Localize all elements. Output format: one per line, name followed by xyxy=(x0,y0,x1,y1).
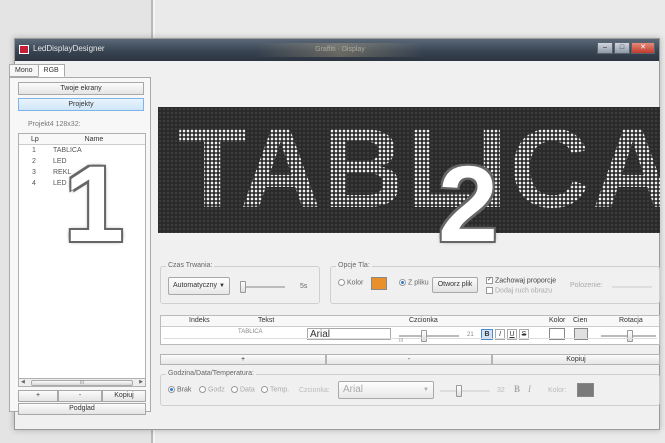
checkbox-checked-icon: ✓ xyxy=(486,277,493,284)
clock-color-label: Kolor: xyxy=(548,387,567,394)
duration-slider[interactable] xyxy=(240,281,285,293)
led-preview: TABLICA xyxy=(158,107,660,233)
add-screen-button[interactable]: + xyxy=(18,390,58,402)
radio-none[interactable] xyxy=(168,386,175,393)
led-text: TABLICA xyxy=(178,113,660,225)
duration-value: 5s xyxy=(300,283,308,290)
radio-color[interactable] xyxy=(338,279,345,286)
screens-button[interactable]: Twoje ekrany xyxy=(18,82,144,95)
file-option-label: Z pliku xyxy=(408,279,429,287)
clock-option-hour[interactable]: Godz xyxy=(199,386,225,393)
row-index: 1 xyxy=(32,147,36,154)
maximize-button[interactable]: □ xyxy=(614,42,630,54)
clock-option-temp[interactable]: Temp. xyxy=(261,386,289,393)
clock-bold-toggle[interactable]: B xyxy=(514,384,520,394)
duration-label: Czas Trwania: xyxy=(166,262,215,269)
row-index: 3 xyxy=(32,169,36,176)
mode-tabs: Mono RGB xyxy=(9,64,65,77)
duration-mode-value: Automatyczny xyxy=(173,282,217,289)
clock-label: Godzina/Data/Temperatura: xyxy=(166,370,256,377)
copy-layer-button[interactable]: Kopiuj xyxy=(492,354,660,365)
header-color: Kolor xyxy=(549,317,566,324)
clock-color-swatch[interactable] xyxy=(577,383,594,397)
background-options-label: Opcje Tla: xyxy=(336,262,372,269)
tab-rgb[interactable]: RGB xyxy=(37,64,65,77)
checkbox-icon xyxy=(486,287,493,294)
position-label: Polozenie: xyxy=(570,282,603,289)
clock-font-value: Arial xyxy=(343,384,364,395)
clock-italic-toggle[interactable]: I xyxy=(528,384,531,394)
chevron-down-icon: ▼ xyxy=(423,387,429,393)
add-layer-button[interactable]: + xyxy=(160,354,326,365)
option-label: Godz xyxy=(208,386,225,394)
minimize-button[interactable]: – xyxy=(597,42,613,54)
header-rotation: Rotacja xyxy=(619,317,643,324)
column-lp: Lp xyxy=(31,136,39,143)
row-index: 2 xyxy=(32,158,36,165)
projects-button[interactable]: Projekty xyxy=(18,98,144,111)
color-option-label: Kolor xyxy=(347,279,364,287)
add-motion-checkbox[interactable]: Dodaj ruch obrazu xyxy=(486,287,552,294)
row-size-slider[interactable] xyxy=(399,330,459,342)
row-index: 4 xyxy=(32,180,36,187)
list-horizontal-scrollbar[interactable]: ◀ III ▶ xyxy=(18,378,146,387)
background-window-title: Graffiti · Display xyxy=(255,43,425,57)
remove-screen-button[interactable]: - xyxy=(58,390,102,402)
chevron-down-icon: ▼ xyxy=(219,283,225,289)
clock-option-none[interactable]: Brak xyxy=(168,386,191,393)
clock-font-select[interactable]: Arial ▼ xyxy=(338,381,434,399)
scroll-left-icon[interactable]: ◀ xyxy=(21,379,25,385)
option-label: Temp. xyxy=(270,386,290,394)
grid-scroll-thumb[interactable]: III xyxy=(399,338,403,344)
background-color-swatch[interactable] xyxy=(371,277,387,290)
header-font: Czcionka xyxy=(409,317,438,324)
copy-screen-button[interactable]: Kopiuj xyxy=(102,390,146,402)
clock-option-date[interactable]: Data xyxy=(231,386,255,393)
project-label: Projekt4 128x32: xyxy=(28,121,81,128)
row-rotation-slider[interactable] xyxy=(601,330,656,342)
callout-number-two: 2 xyxy=(438,143,499,264)
radio-date[interactable] xyxy=(231,386,238,393)
text-layers-grid: Indeks Tekst Czcionka Kolor Cien Rotacja… xyxy=(160,315,660,345)
clock-size-value: 32 xyxy=(497,387,505,394)
option-label: Brak xyxy=(177,386,192,394)
radio-hour[interactable] xyxy=(199,386,206,393)
option-label: Data xyxy=(240,386,255,394)
clock-font-label: Czcionka: xyxy=(299,387,330,394)
layer-buttons-row: + - Kopiuj xyxy=(160,354,660,365)
add-motion-label: Dodaj ruch obrazu xyxy=(495,287,553,295)
radio-file[interactable] xyxy=(399,279,406,286)
grid-horizontal-scrollbar[interactable]: III xyxy=(163,338,657,344)
row-text[interactable]: TABLICA xyxy=(238,329,263,335)
clock-size-thumb[interactable] xyxy=(456,385,462,397)
header-text: Tekst xyxy=(258,317,275,324)
callout-number-one: 1 xyxy=(64,143,125,264)
file-option[interactable]: Z pliku xyxy=(399,279,429,286)
duration-mode-select[interactable]: Automatyczny ▼ xyxy=(168,277,230,295)
position-slider[interactable] xyxy=(612,286,652,288)
tab-mono[interactable]: Mono xyxy=(9,64,39,77)
remove-layer-button[interactable]: - xyxy=(326,354,492,365)
scroll-thumb[interactable]: III xyxy=(31,380,133,386)
preview-button[interactable]: Podglad xyxy=(18,403,146,415)
title-bar[interactable]: LedDisplayDesigner Graffiti · Display – … xyxy=(15,39,659,61)
keep-ratio-checkbox[interactable]: ✓ Zachowaj proporcje xyxy=(486,277,556,284)
header-index: Indeks xyxy=(189,317,210,324)
duration-slider-thumb[interactable] xyxy=(240,281,246,293)
color-option[interactable]: Kolor xyxy=(338,279,363,286)
grid-header: Indeks Tekst Czcionka Kolor Cien Rotacja xyxy=(161,316,659,327)
radio-temp[interactable] xyxy=(261,386,268,393)
keep-ratio-label: Zachowaj proporcje xyxy=(495,277,557,285)
scroll-right-icon[interactable]: ▶ xyxy=(139,379,143,385)
window-title: LedDisplayDesigner xyxy=(33,44,105,53)
close-button[interactable]: ✕ xyxy=(631,42,655,54)
open-file-button[interactable]: Otworz plik xyxy=(432,277,478,293)
clock-size-slider[interactable] xyxy=(440,385,490,397)
header-shadow: Cien xyxy=(573,317,588,324)
app-icon xyxy=(19,45,29,54)
